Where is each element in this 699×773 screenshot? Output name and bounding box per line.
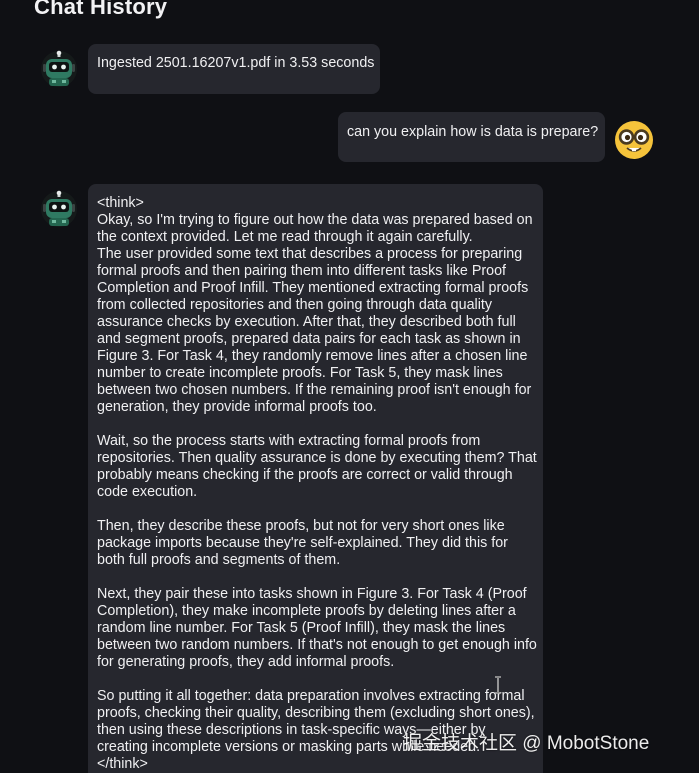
chat-page: Chat History Ingested 2501.16207v1.pdf i… bbox=[0, 0, 699, 773]
nerd-face-emoji-icon bbox=[614, 120, 653, 159]
message-bubble-assistant: Ingested 2501.16207v1.pdf in 3.53 second… bbox=[88, 44, 380, 94]
text-cursor-icon bbox=[493, 676, 503, 694]
page-title: Chat History bbox=[34, 0, 168, 19]
message-text: <think> Okay, so I'm trying to figure ou… bbox=[97, 195, 537, 772]
message-bubble-assistant: <think> Okay, so I'm trying to figure ou… bbox=[88, 184, 543, 773]
message-text: Ingested 2501.16207v1.pdf in 3.53 second… bbox=[97, 55, 375, 71]
message-text: can you explain how is data is prepare? bbox=[347, 124, 599, 140]
robot-icon bbox=[40, 50, 78, 88]
watermark: 掘金技术社区 @ MobotStone bbox=[403, 733, 650, 754]
message-bubble-user: can you explain how is data is prepare? bbox=[338, 112, 605, 162]
robot-icon bbox=[40, 190, 78, 228]
